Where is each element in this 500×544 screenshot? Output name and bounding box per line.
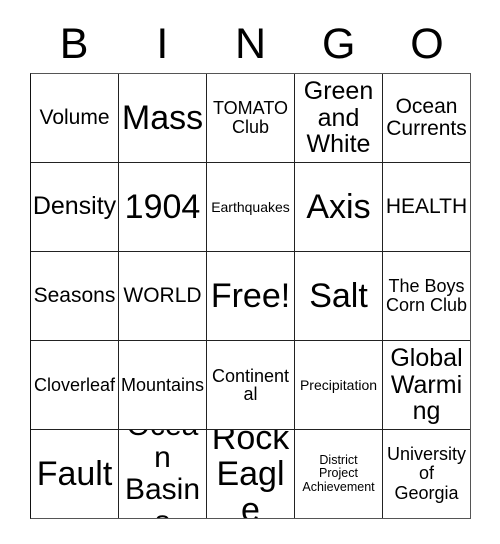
bingo-cell-label: TOMATO Club — [212, 97, 288, 137]
bingo-cell-label: Cloverleaf — [33, 374, 116, 395]
bingo-cell-label: HEALTH — [385, 195, 468, 219]
header-letter-b: B — [59, 20, 89, 68]
bingo-cell-label: Fault — [36, 454, 113, 493]
bingo-cell-label: Ocean Currents — [386, 94, 467, 140]
bingo-cell-label: Mass — [121, 98, 204, 137]
bingo-cell[interactable]: University of Georgia — [382, 430, 470, 518]
bingo-cell-label: 1904 — [124, 187, 201, 226]
bingo-cell-label: WORLD — [123, 284, 202, 308]
bingo-cell[interactable]: Continental — [206, 341, 294, 429]
bingo-cell-label: Precipitation — [299, 376, 378, 393]
bingo-cell-label: Free! — [210, 276, 291, 315]
bingo-cell[interactable]: Earthquakes — [206, 163, 294, 251]
bingo-cell[interactable]: Mountains — [118, 341, 206, 429]
header-letter-o: O — [410, 20, 444, 68]
header-letter-g: G — [321, 20, 356, 68]
bingo-cell[interactable]: Seasons — [31, 252, 118, 340]
bingo-cell-label: Green and White — [303, 77, 374, 159]
bingo-cell[interactable]: Volume — [31, 74, 118, 162]
bingo-cell[interactable]: Precipitation — [294, 341, 382, 429]
bingo-cell-label: Global Warming — [390, 344, 463, 426]
bingo-cell-label: Continental — [211, 365, 290, 404]
bingo-cell-label: Volume — [39, 106, 110, 130]
header-letter-i: I — [156, 20, 169, 68]
bingo-row: Seasons WORLD Free! Salt The Boys Corn Club — [31, 251, 470, 340]
bingo-cell-label: District Project Achievement — [302, 453, 375, 494]
bingo-cell[interactable]: HEALTH — [382, 163, 470, 251]
bingo-header: B I N G O — [30, 16, 471, 73]
bingo-cell-label: Earthquakes — [211, 198, 290, 215]
bingo-cell-label: University of Georgia — [386, 444, 466, 503]
bingo-cell-label: Rock Eagle — [211, 430, 290, 518]
bingo-cell-label: Mountains — [120, 374, 205, 395]
bingo-free-space-cell[interactable]: Free! — [206, 252, 294, 340]
bingo-cell[interactable]: Axis — [294, 163, 382, 251]
bingo-cell[interactable]: Ocean Currents — [382, 74, 470, 162]
bingo-grid: Volume Mass TOMATO Club Green and White Ocean Cu… — [30, 73, 471, 519]
bingo-row: Volume Mass TOMATO Club Green and White Ocean Cu… — [31, 74, 470, 162]
bingo-cell[interactable]: The Boys Corn Club — [382, 252, 470, 340]
bingo-cell-label: Axis — [306, 187, 371, 226]
bingo-cell[interactable]: WORLD — [118, 252, 206, 340]
bingo-cell[interactable]: TOMATO Club — [206, 74, 294, 162]
bingo-cell[interactable]: Fault — [31, 430, 118, 518]
bingo-cell[interactable]: District Project Achievement — [294, 430, 382, 518]
bingo-cell-label: The Boys Corn Club — [385, 275, 468, 315]
bingo-cell[interactable]: Density — [31, 163, 118, 251]
bingo-cell[interactable]: 1904 — [118, 163, 206, 251]
bingo-cell[interactable]: Cloverleaf — [31, 341, 118, 429]
bingo-cell[interactable]: Salt — [294, 252, 382, 340]
header-letter-n: N — [234, 20, 267, 68]
bingo-row: Cloverleaf Mountains Continental Precipitat… — [31, 340, 470, 429]
bingo-row: Density 1904 Earthquakes Axis HEALTH — [31, 162, 470, 251]
bingo-cell[interactable]: Rock Eagle — [206, 430, 294, 518]
bingo-cell[interactable]: Global Warming — [382, 341, 470, 429]
bingo-row: Fault OceanBasinsRockEagle DistrictProject… — [31, 429, 470, 518]
bingo-cell-label: Seasons — [33, 284, 116, 308]
bingo-card: B I N G O Volume Mass TOMATO Club Green and Wh… — [30, 16, 471, 519]
bingo-cell-label: Salt — [309, 276, 368, 315]
bingo-cell[interactable]: OceanBasins — [118, 430, 206, 518]
bingo-cell[interactable]: Mass — [118, 74, 206, 162]
bingo-cell[interactable]: Green and White — [294, 74, 382, 162]
bingo-cell-label: OceanBasins — [124, 430, 201, 518]
bingo-cell-label: Density — [32, 192, 117, 221]
